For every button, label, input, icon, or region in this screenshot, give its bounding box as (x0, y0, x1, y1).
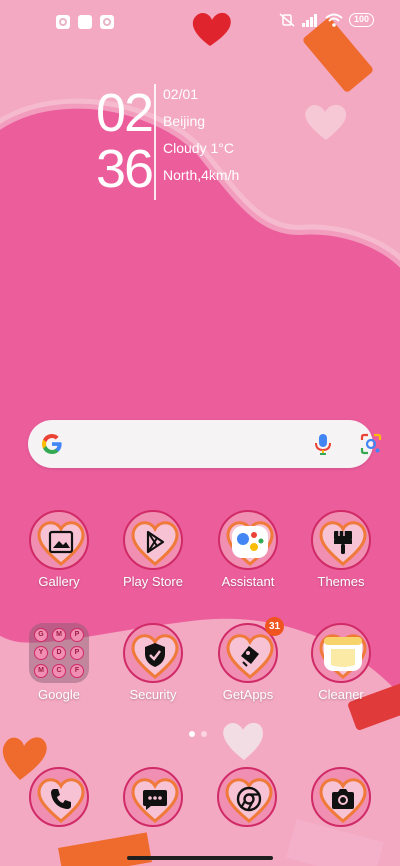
app-getapps[interactable]: 31 GetApps (203, 617, 293, 713)
app-label: Cleaner (318, 687, 364, 702)
wind-text: North,4km/h (163, 167, 240, 183)
status-bar: 100 (0, 0, 400, 44)
app-label: Google (38, 687, 80, 702)
wifi-icon (325, 13, 343, 27)
page-indicator (189, 731, 207, 737)
app-notification-icon (100, 15, 114, 29)
folder-icon: G M P Y D P M C F (29, 623, 89, 683)
phone-icon (31, 769, 87, 825)
dock-camera[interactable] (311, 767, 371, 827)
app-label: Assistant (221, 574, 275, 589)
battery-icon: 100 (348, 13, 374, 27)
status-indicators: 100 (279, 13, 374, 27)
notification-icons (56, 15, 114, 29)
google-g-icon (42, 434, 62, 454)
app-label: Play Store (123, 574, 183, 589)
gallery-icon (31, 512, 87, 568)
app-gallery[interactable]: Gallery (14, 510, 104, 600)
google-lens-icon[interactable] (359, 432, 383, 456)
weather-condition: Cloudy 1°C (163, 140, 234, 156)
app-play-store[interactable]: Play Store (108, 510, 198, 600)
cleaner-icon (313, 625, 369, 681)
app-security[interactable]: Security (108, 623, 198, 713)
square-notification-icon (78, 15, 92, 29)
clock-weather-widget[interactable]: 02 36 02/01 Beijing Cloudy 1°C North,4km… (96, 84, 296, 204)
app-themes[interactable]: Themes (296, 510, 386, 600)
camera-icon (313, 769, 369, 825)
app-label: Themes (317, 574, 365, 589)
notification-badge: 31 (265, 617, 284, 636)
city-text: Beijing (163, 113, 206, 129)
microphone-icon[interactable] (312, 432, 334, 456)
app-label: GetApps (222, 687, 274, 702)
clock-minutes: 36 (96, 139, 154, 199)
shield-check-icon (125, 625, 181, 681)
weather-info: 02/01 Beijing Cloudy 1°C North,4km/h (163, 86, 239, 194)
messages-icon (125, 769, 181, 825)
folder-google[interactable]: G M P Y D P M C F Google (14, 623, 104, 713)
app-notification-icon (56, 15, 70, 29)
dock-chrome[interactable] (217, 767, 277, 827)
chrome-icon (219, 769, 275, 825)
dock-phone[interactable] (29, 767, 89, 827)
play-store-icon (125, 512, 181, 568)
page-dot-inactive (201, 731, 207, 737)
assistant-icon (220, 512, 276, 568)
google-search-bar[interactable] (28, 420, 382, 468)
gesture-navigation-bar[interactable] (127, 856, 273, 860)
dock-messages[interactable] (123, 767, 183, 827)
app-label: Security (129, 687, 177, 702)
clock-hours: 02 (96, 83, 154, 143)
date-text: 02/01 (163, 86, 199, 102)
signal-icon (301, 14, 317, 27)
app-cleaner[interactable]: Cleaner (296, 623, 386, 713)
app-assistant[interactable]: Assistant (203, 510, 293, 600)
paintbrush-icon (313, 512, 369, 568)
app-label: Gallery (38, 574, 80, 589)
page-dot-active (189, 731, 195, 737)
clock-divider (154, 84, 156, 200)
mute-vibrate-icon (279, 13, 295, 27)
